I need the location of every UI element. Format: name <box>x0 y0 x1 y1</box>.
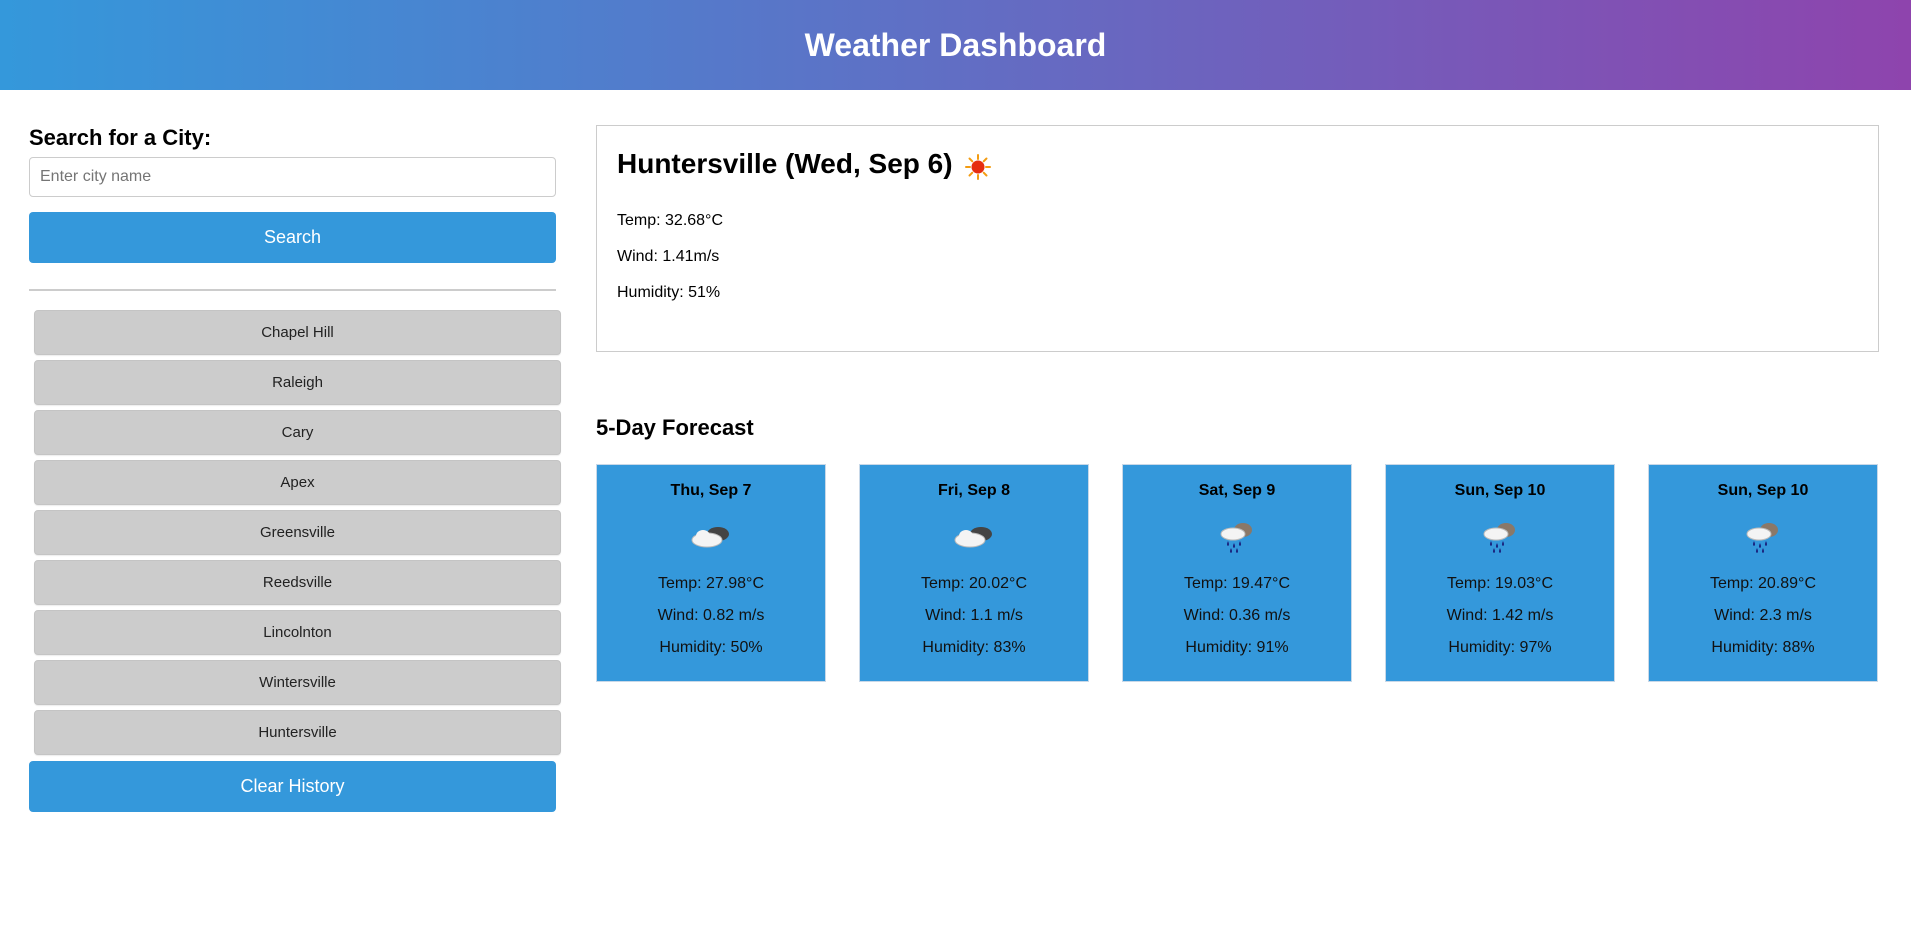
page-title: Weather Dashboard <box>804 26 1107 63</box>
forecast-date: Sat, Sep 9 <box>1198 482 1276 499</box>
forecast-card: Thu, Sep 7 Temp: 27.98°C Wind: 0.82 m/s … <box>596 464 826 682</box>
current-weather-heading: Huntersville (Wed, Sep 6) <box>617 148 1858 180</box>
history-city-button[interactable]: Chapel Hill <box>34 310 561 355</box>
history-city-button[interactable]: Apex <box>34 460 561 505</box>
forecast-wind: Wind: 2.3 m/s <box>1714 607 1812 624</box>
forecast-temp: Temp: 19.47°C <box>1183 575 1290 592</box>
forecast-card: Sun, Sep 10 Temp: 20.89°C Wind: 2.3 m/s … <box>1648 464 1878 682</box>
forecast-row: Thu, Sep 7 Temp: 27.98°C Wind: 0.82 m/s … <box>596 464 1878 682</box>
current-humidity: Humidity: 51% <box>617 284 721 301</box>
forecast-card: Fri, Sep 8 Temp: 20.02°C Wind: 1.1 m/s H… <box>859 464 1089 682</box>
forecast-wind: Wind: 1.1 m/s <box>925 607 1023 624</box>
cloudy-icon <box>691 527 729 548</box>
forecast-humidity: Humidity: 88% <box>1711 639 1815 656</box>
history-city-button[interactable]: Reedsville <box>34 560 561 605</box>
search-button[interactable]: Search <box>29 212 556 263</box>
forecast-wind: Wind: 0.36 m/s <box>1183 607 1291 624</box>
history-city-button[interactable]: Lincolnton <box>34 610 561 655</box>
sun-icon <box>964 154 991 180</box>
app-header: Weather Dashboard <box>0 0 1911 90</box>
clear-history-button[interactable]: Clear History <box>29 761 556 812</box>
forecast-humidity: Humidity: 97% <box>1448 639 1552 656</box>
forecast-date: Fri, Sep 8 <box>937 482 1011 499</box>
forecast-date: Sun, Sep 10 <box>1717 482 1809 499</box>
history-city-button[interactable]: Raleigh <box>34 360 561 405</box>
forecast-card: Sun, Sep 10 Temp: 19.03°C Wind: 1.42 m/s… <box>1385 464 1615 682</box>
rain-icon <box>1220 523 1252 553</box>
forecast-title: 5-Day Forecast <box>596 415 754 440</box>
current-city-title: Huntersville (Wed, Sep 6) <box>617 148 953 179</box>
forecast-temp: Temp: 20.02°C <box>920 575 1027 592</box>
sidebar: Search for a City: Search Chapel Hill Ra… <box>29 125 561 812</box>
history-city-button[interactable]: Wintersville <box>34 660 561 705</box>
current-temp: Temp: 32.68°C <box>617 212 724 229</box>
search-history-list: Chapel Hill Raleigh Cary Apex Greensvill… <box>29 310 561 755</box>
current-stats: Temp: 32.68°C Wind: 1.41m/s Humidity: 51… <box>617 212 1858 302</box>
forecast-date: Sun, Sep 10 <box>1454 482 1546 499</box>
rain-icon <box>1746 523 1778 553</box>
forecast-humidity: Humidity: 83% <box>922 639 1026 656</box>
divider <box>29 289 556 291</box>
current-weather-panel: Huntersville (Wed, Sep 6) Temp: 32.68°C … <box>596 125 1879 352</box>
history-city-button[interactable]: Greensville <box>34 510 561 555</box>
forecast-card: Sat, Sep 9 Temp: 19.47°C Wind: 0.36 m/s … <box>1122 464 1352 682</box>
search-label: Search for a City: <box>29 125 212 150</box>
forecast-date: Thu, Sep 7 <box>670 482 752 499</box>
history-city-button[interactable]: Cary <box>34 410 561 455</box>
current-wind: Wind: 1.41m/s <box>617 248 720 265</box>
cloudy-icon <box>954 527 992 548</box>
history-city-button[interactable]: Huntersville <box>34 710 561 755</box>
forecast-temp: Temp: 20.89°C <box>1709 575 1816 592</box>
forecast-temp: Temp: 19.03°C <box>1446 575 1553 592</box>
forecast-humidity: Humidity: 50% <box>659 639 763 656</box>
forecast-wind: Wind: 1.42 m/s <box>1446 607 1554 624</box>
rain-icon <box>1483 523 1515 553</box>
search-input[interactable] <box>29 157 556 197</box>
forecast-temp: Temp: 27.98°C <box>657 575 764 592</box>
forecast-wind: Wind: 0.82 m/s <box>657 607 765 624</box>
forecast-humidity: Humidity: 91% <box>1185 639 1289 656</box>
